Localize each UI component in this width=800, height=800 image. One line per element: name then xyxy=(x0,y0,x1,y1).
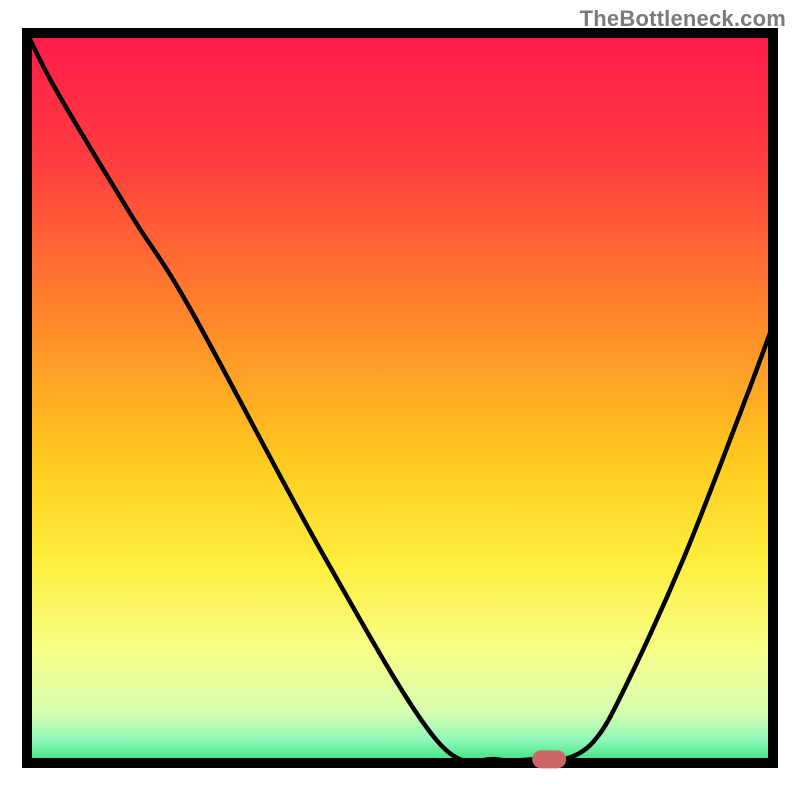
gradient-panel xyxy=(27,33,773,763)
watermark-text: TheBottleneck.com xyxy=(580,6,786,32)
chart-svg xyxy=(0,0,800,800)
chart-stage: TheBottleneck.com xyxy=(0,0,800,800)
optimal-marker xyxy=(532,750,566,768)
